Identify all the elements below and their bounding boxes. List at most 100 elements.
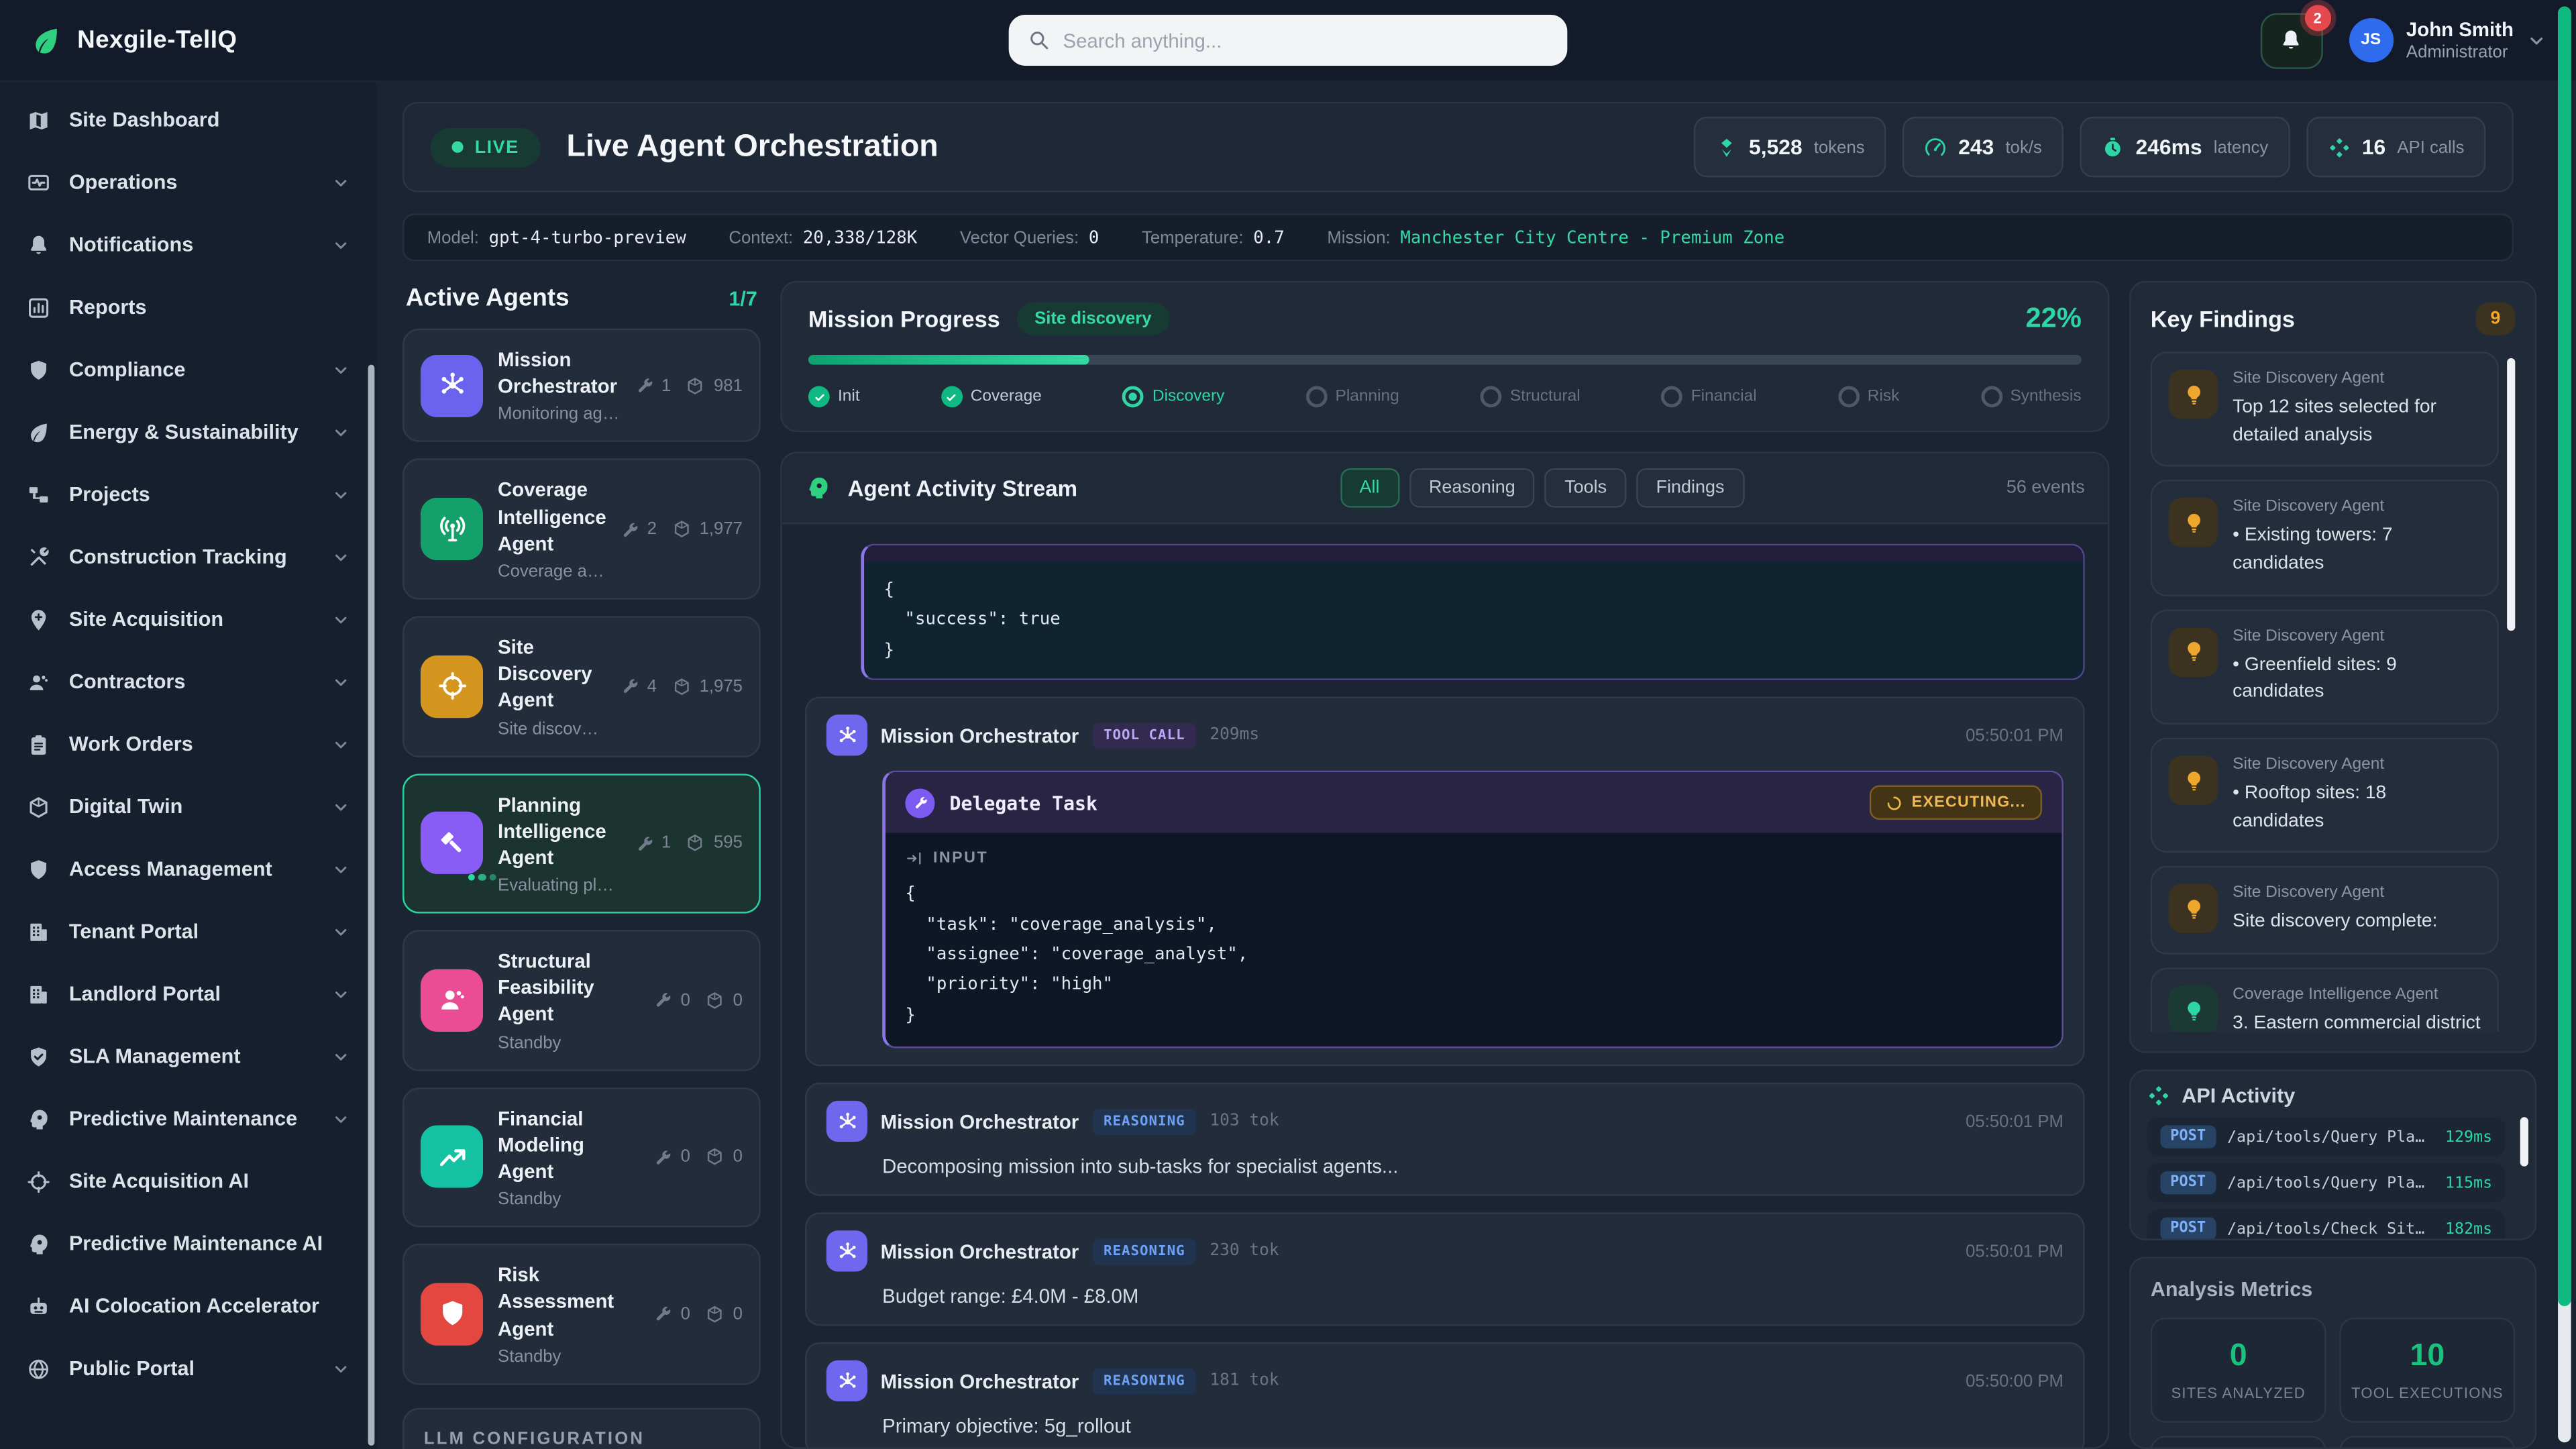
agent-card[interactable]: Site Discovery Agent Site discovery co..… [402, 616, 761, 757]
lightbulb-icon [2169, 627, 2218, 676]
content-row: Active Agents 1/7 Mission Orchestrator M… [402, 281, 2536, 1449]
sidebar-item[interactable]: SLA Management [0, 1025, 376, 1087]
stream-filter-button[interactable]: Findings [1636, 468, 1744, 508]
api-request-row: POST /api/tools/Query Planning His… 129m… [2147, 1117, 2506, 1157]
search-input[interactable] [1063, 29, 1547, 52]
sidebar-item-icon [26, 545, 51, 570]
findings-scrollbar[interactable] [2507, 358, 2515, 631]
agents-header: Active Agents 1/7 [402, 281, 761, 329]
finding-source: Site Discovery Agent [2233, 884, 2437, 902]
search-bar[interactable] [1009, 15, 1568, 66]
token-cube-icon [672, 519, 691, 539]
sidebar-item-label: Predictive Maintenance AI [69, 1232, 323, 1255]
sidebar-item-label: Contractors [69, 670, 185, 693]
phase-badge: Site discovery [1016, 303, 1169, 335]
agent-token-count: 0 [733, 1147, 743, 1167]
finding-body: Site Discovery Agent Top 12 sites select… [2233, 370, 2481, 449]
tool-call-event: Mission Orchestrator TOOL CALL 209ms 05:… [805, 697, 2085, 1067]
api-scrollbar[interactable] [2520, 1117, 2528, 1166]
stream-filter-button[interactable]: Reasoning [1409, 468, 1536, 508]
sidebar-item-label: Site Acquisition AI [69, 1170, 249, 1193]
chevron-down-icon [332, 1110, 350, 1128]
sidebar-item[interactable]: Predictive Maintenance [0, 1087, 376, 1150]
metric-card-stub [2339, 1436, 2515, 1449]
sidebar-item[interactable]: Construction Tracking [0, 526, 376, 588]
step-label: Financial [1691, 388, 1757, 406]
finding-text: • Existing towers: 7 candidates [2233, 523, 2481, 578]
sidebar-item[interactable]: Notifications [0, 213, 376, 276]
finding-body: Coverage Intelligence Agent 3. Eastern c… [2233, 986, 2481, 1032]
events-list[interactable]: { "success": true } Mission Orchestrator… [782, 524, 2108, 1447]
stream-filter-button[interactable]: Tools [1545, 468, 1627, 508]
agent-card[interactable]: Financial Modeling Agent Standby 0 0 [402, 1087, 761, 1228]
agent-status: Coverage analysi... [498, 561, 606, 581]
agent-meta: 0 0 [654, 1147, 742, 1167]
sidebar-item[interactable]: Operations [0, 151, 376, 213]
mission-progress-panel: Mission Progress Site discovery 22% Init… [780, 281, 2109, 432]
stream-filter-button[interactable]: All [1340, 468, 1399, 508]
api-path: /api/tools/Query Planning His… [2227, 1174, 2434, 1192]
event-time: 05:50:01 PM [1966, 1112, 2063, 1131]
model-bar-value: Manchester City Centre - Premium Zone [1400, 227, 1784, 247]
sidebar-item-label: Tenant Portal [69, 920, 199, 943]
sidebar-item[interactable]: Landlord Portal [0, 963, 376, 1025]
tool-invocation-card: Delegate Task EXECUTING... [882, 771, 2063, 1049]
sidebar-item[interactable]: Public Portal [0, 1337, 376, 1399]
step-state-icon [1980, 386, 2002, 408]
finding-text: • Greenfield sites: 9 candidates [2233, 651, 2481, 706]
input-row: INPUT [905, 849, 2042, 867]
agent-name: Mission Orchestrator [498, 347, 621, 400]
agent-card[interactable]: Structural Feasibility Agent Standby 0 0 [402, 930, 761, 1071]
api-activity-panel: API Activity POST /api/tools/Query Plann… [2129, 1069, 2536, 1240]
sidebar-item[interactable]: Compliance [0, 338, 376, 400]
agent-card[interactable]: Mission Orchestrator Monitoring agent pr… [402, 329, 761, 443]
agent-head-icon [805, 475, 831, 501]
reasoning-event: Mission Orchestrator REASONING 103 tok 0… [805, 1083, 2085, 1196]
page-scrollbar[interactable] [2558, 7, 2571, 1442]
reasoning-badge: REASONING [1092, 1238, 1197, 1264]
sidebar-item[interactable]: Digital Twin [0, 775, 376, 838]
metric-label: TOOL EXECUTIONS [2351, 1385, 2504, 1401]
top-navbar: Nexgile-TelIQ 2 JS John Smith Administra… [0, 0, 2576, 82]
live-label: LIVE [475, 137, 519, 156]
finding-text: Site discovery complete: [2233, 909, 2437, 936]
sidebar-item-label: Compliance [69, 358, 186, 381]
notifications-button[interactable]: 2 [2260, 12, 2322, 68]
sidebar-item[interactable]: Site Dashboard [0, 89, 376, 151]
sidebar-item-label: Digital Twin [69, 795, 183, 818]
sidebar-item[interactable]: AI Colocation Accelerator [0, 1275, 376, 1337]
sidebar-item[interactable]: Site Acquisition [0, 588, 376, 651]
user-menu[interactable]: JS John Smith Administrator [2349, 18, 2546, 62]
sidebar-item[interactable]: Work Orders [0, 713, 376, 775]
agent-card[interactable]: Risk Assessment Agent Standby 0 0 [402, 1244, 761, 1385]
api-path: /api/tools/Query Planning His… [2227, 1128, 2434, 1146]
agent-card[interactable]: Coverage Intelligence Agent Coverage ana… [402, 459, 761, 600]
sidebar-item[interactable]: Contractors [0, 651, 376, 713]
finding-body: Site Discovery Agent • Existing towers: … [2233, 498, 2481, 578]
chevron-down-icon [332, 798, 350, 816]
agent-card[interactable]: Planning Intelligence Agent Evaluating p… [402, 773, 761, 914]
finding-card: Site Discovery Agent • Existing towers: … [2151, 480, 2499, 596]
page-scrollbar-thumb[interactable] [2558, 7, 2571, 1306]
sidebar-item[interactable]: Projects [0, 464, 376, 526]
sidebar-item[interactable]: Tenant Portal [0, 900, 376, 963]
sidebar-item[interactable]: Access Management [0, 838, 376, 900]
model-bar-item: Mission: Manchester City Centre - Premiu… [1327, 227, 1784, 247]
http-method-badge: POST [2160, 1126, 2216, 1148]
api-rows[interactable]: POST /api/tools/Query Planning His… 129m… [2147, 1117, 2518, 1240]
sidebar-item[interactable]: Site Acquisition AI [0, 1150, 376, 1212]
sidebar-scrollbar[interactable] [368, 365, 375, 1446]
brand-name: Nexgile-TelIQ [77, 26, 237, 54]
model-info-bar: Model: gpt-4-turbo-preview Context: 20,3… [402, 213, 2514, 261]
sidebar-nav: Site Dashboard Operations Notifications … [0, 82, 376, 1399]
sidebar-item[interactable]: Energy & Sustainability [0, 401, 376, 464]
metric-value: 0 [2230, 1339, 2247, 1375]
agents-count: 1/7 [729, 288, 757, 311]
sidebar-item[interactable]: Reports [0, 276, 376, 338]
sidebar-item[interactable]: Predictive Maintenance AI [0, 1212, 376, 1275]
agent-icon [421, 1126, 483, 1189]
navbar-right: 2 JS John Smith Administrator [2053, 12, 2546, 68]
http-method-badge: POST [2160, 1171, 2216, 1194]
findings-list[interactable]: Site Discovery Agent Top 12 sites select… [2151, 352, 2516, 1032]
sidebar-item-label: AI Colocation Accelerator [69, 1295, 319, 1318]
